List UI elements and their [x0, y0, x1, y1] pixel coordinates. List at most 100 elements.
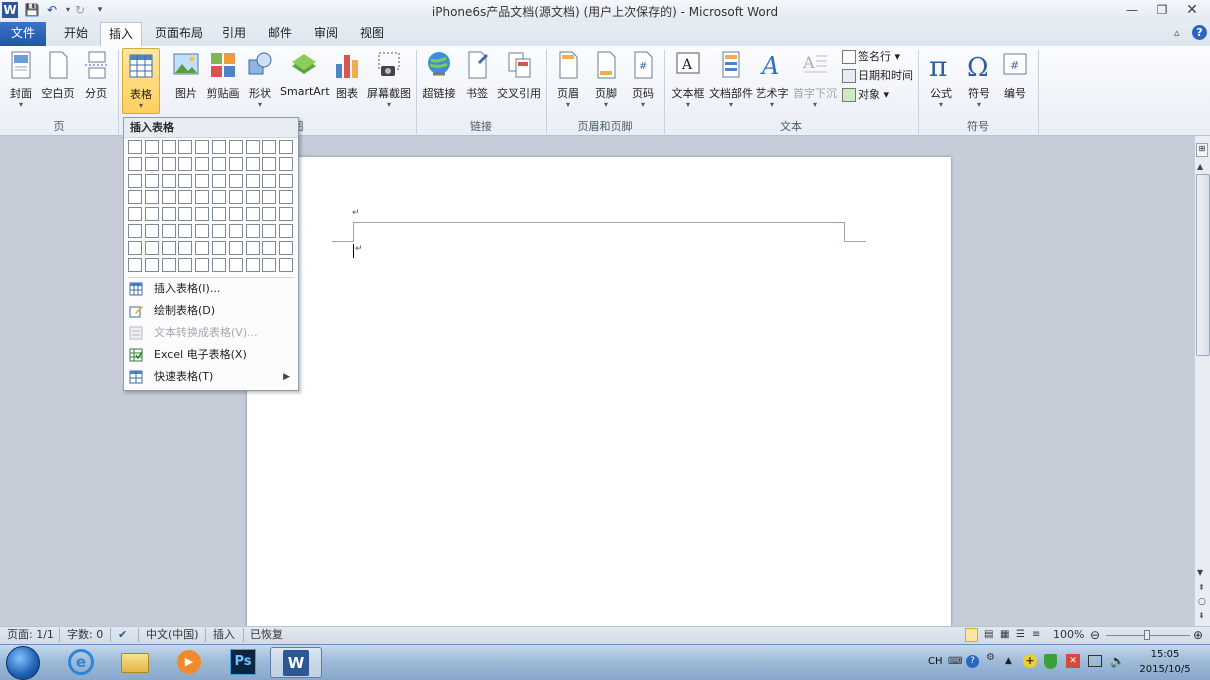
- quick-tables-item[interactable]: 快速表格(T) ▶: [124, 366, 298, 388]
- table-grid-cell[interactable]: [228, 224, 243, 238]
- ruler-toggle-icon[interactable]: ⊞: [1196, 143, 1208, 157]
- table-grid-cell[interactable]: [195, 140, 210, 154]
- settings-tray-icon[interactable]: ⚙: [986, 652, 995, 663]
- table-grid-cell[interactable]: [212, 173, 226, 188]
- table-grid-cell[interactable]: [144, 140, 159, 154]
- number-button[interactable]: # 编号: [1000, 48, 1030, 114]
- table-grid-cell[interactable]: [161, 257, 176, 272]
- action-center-icon[interactable]: ✕: [1066, 654, 1080, 668]
- next-page-icon[interactable]: ⇟: [1198, 611, 1205, 620]
- cover-page-button[interactable]: 封面 ▾: [6, 48, 36, 114]
- show-hidden-icons[interactable]: ▲: [1005, 656, 1012, 666]
- tab-page-layout[interactable]: 页面布局: [150, 22, 208, 46]
- tab-insert[interactable]: 插入: [100, 22, 142, 47]
- cross-reference-button[interactable]: 交叉引用: [496, 48, 542, 114]
- table-grid-cell[interactable]: [178, 240, 193, 255]
- table-grid-cell[interactable]: [144, 156, 159, 171]
- table-grid-cell[interactable]: [161, 156, 176, 171]
- table-grid-cell[interactable]: [161, 190, 176, 205]
- table-grid-cell[interactable]: [144, 224, 159, 238]
- zoom-in-icon[interactable]: ⊕: [1193, 628, 1203, 642]
- table-grid-cell[interactable]: [161, 140, 176, 154]
- zoom-out-icon[interactable]: ⊖: [1090, 628, 1100, 642]
- table-size-grid[interactable]: [128, 140, 298, 275]
- table-grid-cell[interactable]: [195, 173, 210, 188]
- table-grid-cell[interactable]: [245, 240, 260, 255]
- word-count[interactable]: 字数: 0: [67, 628, 103, 642]
- zoom-slider-thumb[interactable]: [1144, 630, 1150, 640]
- table-grid-cell[interactable]: [195, 156, 210, 171]
- table-grid-cell[interactable]: [279, 173, 294, 188]
- help-tray-icon[interactable]: ?: [966, 655, 979, 668]
- table-grid-cell[interactable]: [144, 257, 159, 272]
- outline-view-icon[interactable]: ☰: [1016, 628, 1025, 642]
- input-language[interactable]: CH: [928, 656, 943, 667]
- table-grid-cell[interactable]: [262, 156, 277, 171]
- table-grid-cell[interactable]: [279, 140, 294, 154]
- table-grid-cell[interactable]: [144, 207, 159, 222]
- hyperlink-button[interactable]: 超链接: [420, 48, 458, 114]
- draw-table-item[interactable]: 绘制表格(D): [124, 300, 298, 322]
- table-grid-cell[interactable]: [178, 140, 193, 154]
- shapes-button[interactable]: 形状 ▾: [244, 48, 276, 114]
- table-grid-cell[interactable]: [228, 140, 243, 154]
- table-grid-cell[interactable]: [195, 224, 210, 238]
- tab-view[interactable]: 视图: [352, 22, 392, 46]
- table-grid-cell[interactable]: [245, 190, 260, 205]
- table-grid-cell[interactable]: [161, 173, 176, 188]
- table-grid-cell[interactable]: [245, 257, 260, 272]
- table-grid-cell[interactable]: [161, 240, 176, 255]
- chart-button[interactable]: 图表: [332, 48, 362, 114]
- date-time-button[interactable]: 日期和时间: [842, 67, 913, 85]
- scrollbar-thumb[interactable]: [1196, 174, 1210, 356]
- scroll-up-icon[interactable]: ▲: [1197, 162, 1203, 171]
- network-icon[interactable]: [1088, 655, 1102, 667]
- table-grid-cell[interactable]: [262, 173, 277, 188]
- page-break-button[interactable]: 分页: [80, 48, 112, 114]
- table-grid-cell[interactable]: [195, 240, 210, 255]
- help-icon[interactable]: ?: [1192, 25, 1207, 40]
- proofing-icon[interactable]: ✔: [118, 628, 127, 642]
- table-grid-cell[interactable]: [228, 240, 243, 255]
- drop-cap-button[interactable]: A 首字下沉 ▾: [792, 48, 838, 114]
- wordart-button[interactable]: A 艺术字 ▾: [754, 48, 790, 114]
- table-grid-cell[interactable]: [128, 224, 142, 238]
- volume-icon[interactable]: 🔈: [1110, 654, 1125, 668]
- table-grid-cell[interactable]: [245, 224, 260, 238]
- table-grid-cell[interactable]: [144, 173, 159, 188]
- zoom-level[interactable]: 100%: [1053, 628, 1084, 642]
- smartart-button[interactable]: SmartArt: [280, 48, 330, 114]
- table-grid-cell[interactable]: [279, 190, 294, 205]
- table-grid-cell[interactable]: [245, 173, 260, 188]
- shield-icon[interactable]: [1044, 654, 1057, 669]
- table-grid-cell[interactable]: [279, 240, 294, 255]
- table-grid-cell[interactable]: [279, 257, 294, 272]
- table-grid-cell[interactable]: [262, 257, 277, 272]
- table-grid-cell[interactable]: [262, 207, 277, 222]
- keyboard-icon[interactable]: ⌨: [948, 656, 962, 667]
- start-button-icon[interactable]: [6, 646, 40, 680]
- language[interactable]: 中文(中国): [146, 628, 199, 642]
- web-layout-icon[interactable]: ▦: [1000, 628, 1009, 642]
- tab-home[interactable]: 开始: [56, 22, 96, 46]
- minimize-icon[interactable]: —: [1118, 2, 1146, 19]
- insert-table-item[interactable]: 插入表格(I)...: [124, 278, 298, 300]
- quick-parts-button[interactable]: 文档部件 ▾: [708, 48, 754, 114]
- table-grid-cell[interactable]: [178, 190, 193, 205]
- table-grid-cell[interactable]: [212, 240, 226, 255]
- table-grid-cell[interactable]: [161, 224, 176, 238]
- tab-references[interactable]: 引用: [214, 22, 254, 46]
- table-grid-cell[interactable]: [212, 257, 226, 272]
- close-icon[interactable]: ✕: [1178, 2, 1206, 19]
- table-grid-cell[interactable]: [228, 257, 243, 272]
- table-grid-cell[interactable]: [245, 207, 260, 222]
- excel-spreadsheet-item[interactable]: Excel 电子表格(X): [124, 344, 298, 366]
- page-count[interactable]: 页面: 1/1: [7, 628, 54, 642]
- table-grid-cell[interactable]: [212, 156, 226, 171]
- header-button[interactable]: 页眉 ▾: [552, 48, 584, 114]
- bookmark-button[interactable]: 书签: [462, 48, 492, 114]
- insert-mode[interactable]: 插入: [213, 628, 235, 642]
- security-plus-icon[interactable]: +: [1023, 654, 1037, 668]
- text-box-button[interactable]: A 文本框 ▾: [670, 48, 706, 114]
- tab-review[interactable]: 审阅: [306, 22, 346, 46]
